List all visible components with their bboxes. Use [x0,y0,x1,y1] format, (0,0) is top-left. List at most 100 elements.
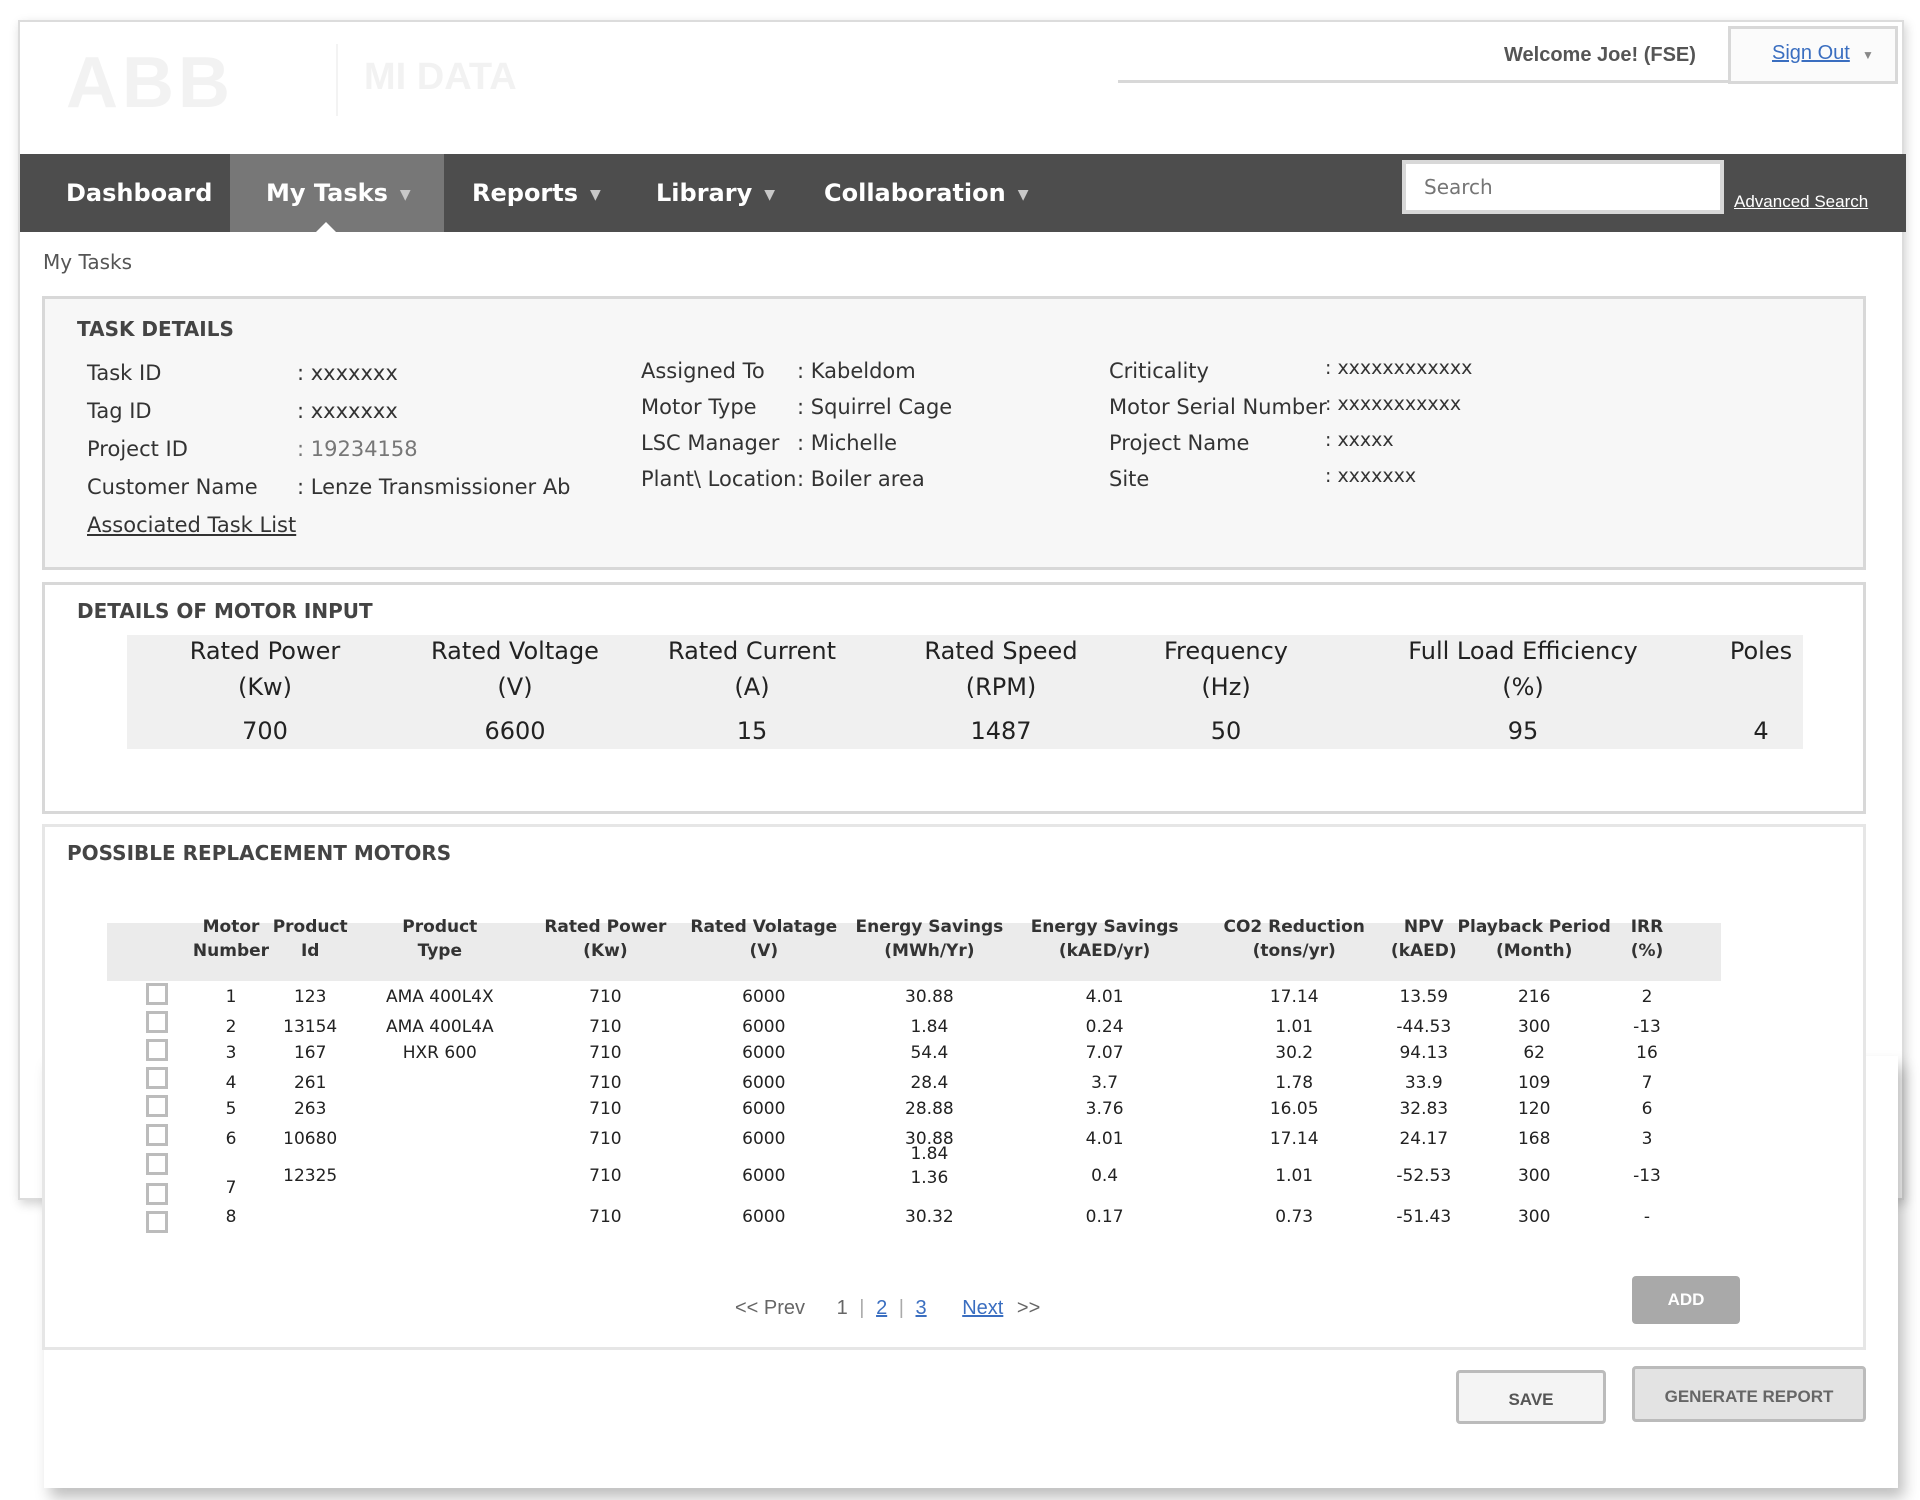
row-checkbox[interactable] [146,1183,168,1205]
table-cell: 710 [589,1017,622,1037]
rated-voltage-header-line1: Rated Voltage [431,637,599,665]
search-input[interactable] [1402,160,1724,214]
generate-report-button[interactable]: GENERATE REPORT [1632,1366,1866,1422]
rated-current-value: 15 [736,717,768,745]
table-cell: 216 [1517,987,1551,1007]
table-cell: 109 [1517,1073,1551,1093]
nav-reports[interactable]: Reports ▼ [472,154,601,232]
chevron-down-icon: ▼ [1017,187,1029,203]
table-cell: 300 [1517,1017,1551,1037]
project-id-value: : 19234158 [297,437,418,461]
rated-voltage-column-header: Rated Volatage (V) [684,915,844,963]
table-cell: 10680 [283,1129,338,1149]
welcome-text: Welcome Joe! (FSE) [1504,44,1696,67]
lsc-manager-value: : Michelle [797,431,898,455]
chevron-down-icon: ▼ [1862,48,1874,62]
table-cell: 6000 [742,987,786,1007]
table-cell: 30.2 [1275,1043,1314,1063]
co2-reduction-header-line2: (tons/yr) [1252,941,1336,961]
table-cell: 710 [589,1207,622,1227]
project-name-value: : xxxxx [1325,429,1394,451]
nav-my-tasks[interactable]: My Tasks ▼ [230,154,444,232]
table-cell: 263 [293,1099,327,1119]
nav-library[interactable]: Library ▼ [656,154,775,232]
row-checkbox[interactable] [146,1153,168,1175]
replacement-motors-panel: POSSIBLE REPLACEMENT MOTORS Motor Number P… [42,824,1866,1350]
assigned-to-label: Assigned To [641,359,765,383]
row-checkbox[interactable] [146,1211,168,1233]
table-cell: 2 [225,1017,237,1037]
row-checkbox[interactable] [146,1039,168,1061]
table-cell: 710 [589,1043,622,1063]
nav-collaboration[interactable]: Collaboration ▼ [824,154,1029,232]
advanced-search-link[interactable]: Advanced Search [1734,192,1868,212]
motor-type-label: Motor Type [641,395,757,419]
page-2-link[interactable]: 2 [876,1297,887,1319]
add-button[interactable]: ADD [1632,1276,1740,1324]
table-cell: 3 [225,1043,237,1063]
rated-power-header-line1: Rated Power [189,637,341,665]
rated-power-header-unit: (Kw) [237,673,293,701]
table-cell: 1.01 [1275,1166,1314,1186]
pagination: << Prev 1 | 2 | 3 Next >> [735,1297,1040,1320]
row-checkbox[interactable] [146,1067,168,1089]
irr-header-line1: IRR [1630,917,1664,937]
table-cell: 1.84 [910,1017,949,1037]
rated-voltage-header-line1: Rated Volatage [690,917,838,937]
table-cell: 16 [1636,1043,1658,1063]
table-cell: 30.88 [905,987,954,1007]
task-id-label: Task ID [87,361,162,385]
save-button[interactable]: SAVE [1456,1370,1606,1424]
rated-power-header: Rated Power (Kw) [135,637,395,701]
logo-divider [336,44,338,116]
sign-out-link[interactable]: Sign Out [1772,42,1850,65]
nav-my-tasks-label: My Tasks [266,179,388,207]
row-checkbox[interactable] [146,1095,168,1117]
frequency-header-line1: Frequency [1164,637,1288,665]
table-cell: 7 [1641,1073,1653,1093]
table-cell: 710 [589,1073,622,1093]
row-checkbox[interactable] [146,983,168,1005]
prev-page[interactable]: << Prev [735,1297,805,1319]
chevron-down-icon: ▼ [399,187,411,203]
table-cell: 6000 [742,1073,786,1093]
page-1: 1 [836,1297,848,1319]
nav-dashboard[interactable]: Dashboard [66,154,212,232]
rated-power-header-line1: Rated Power [544,917,667,937]
energy-savings-mwh-column-header: Energy Savings (MWh/Yr) [849,915,1009,963]
table-cell: 3.7 [1091,1073,1119,1093]
table-cell: 62 [1523,1043,1545,1063]
header-underline [1118,80,1738,83]
row-checkbox[interactable] [146,1011,168,1033]
table-cell: 1 [225,987,237,1007]
project-id-label: Project ID [87,437,188,461]
nav-dashboard-label: Dashboard [66,179,213,207]
irr-column-header: IRR (%) [1612,915,1682,963]
next-arrows[interactable]: >> [1017,1297,1040,1319]
table-cell: 4.01 [1085,987,1124,1007]
table-cell: 6000 [742,1207,786,1227]
table-cell: 5 [225,1099,237,1119]
table-cell: 3 [1641,1129,1653,1149]
table-cell: 2 [1641,987,1653,1007]
table-cell: 167 [293,1043,327,1063]
motor-number-column-header: Motor Number [186,915,276,963]
product-type-column-header: Product Type [355,915,525,963]
nav-collaboration-label: Collaboration [824,179,1006,207]
table-cell: 7.07 [1085,1043,1124,1063]
irr-header-line2: (%) [1630,941,1664,961]
rated-speed-header-line1: Rated Speed [924,637,1078,665]
row-checkbox[interactable] [146,1124,168,1146]
welcome-message: Welcome Joe! [1504,44,1639,66]
product-type-header-line2: Type [417,941,462,961]
table-cell: 6 [1641,1099,1653,1119]
table-cell: 28.88 [905,1099,954,1119]
next-page-link[interactable]: Next [962,1297,1003,1319]
associated-task-list-link[interactable]: Associated Task List [87,513,296,537]
table-cell: HXR 600 [402,1043,477,1063]
table-cell: -13 [1633,1166,1661,1186]
energy-savings-kaed-header-line2: (kAED/yr) [1058,941,1151,961]
table-cell: 123 [293,987,327,1007]
page-3-link[interactable]: 3 [916,1297,927,1319]
table-cell: 6000 [742,1129,786,1149]
